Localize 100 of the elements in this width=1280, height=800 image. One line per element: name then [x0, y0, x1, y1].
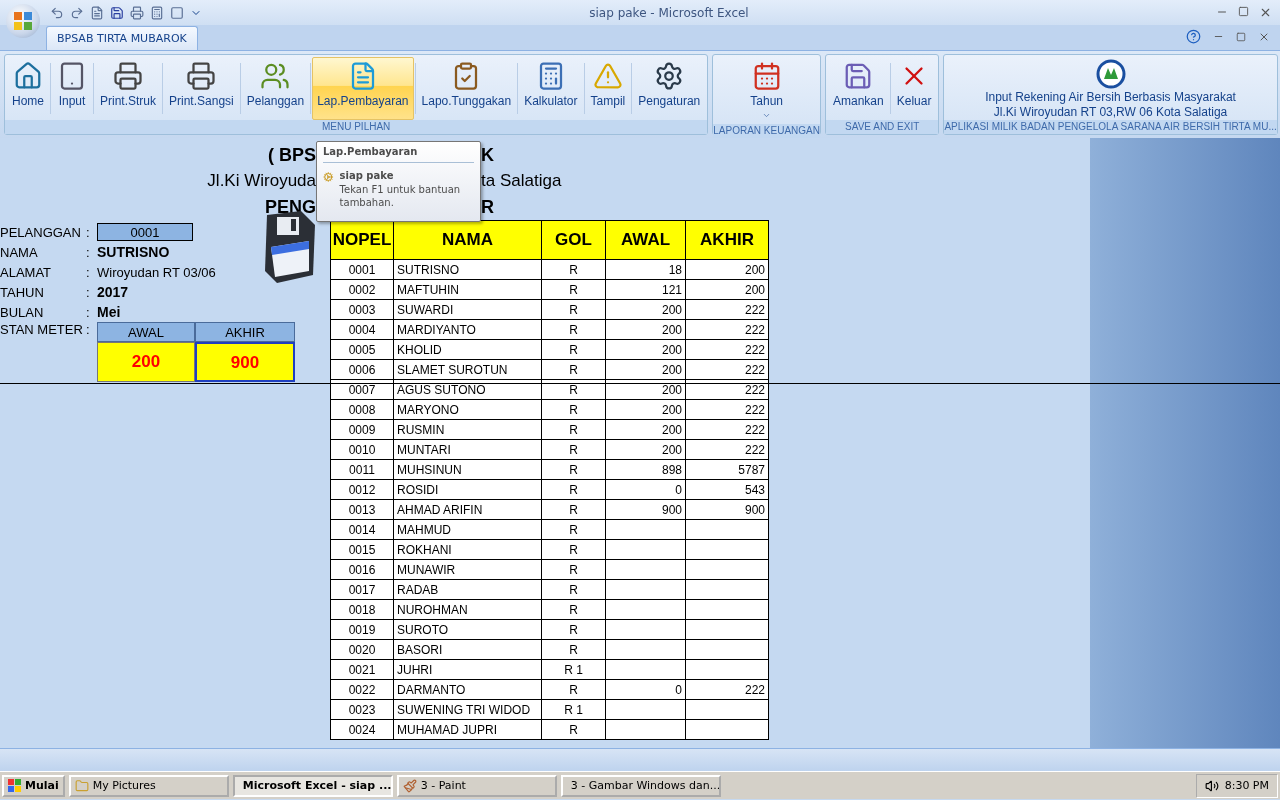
- table-cell: 0018: [331, 600, 394, 620]
- customer-id-cell[interactable]: 0001: [97, 223, 193, 241]
- table-cell: AHMAD ARIFIN: [394, 500, 542, 520]
- ribbon-tab[interactable]: BPSAB TIRTA MUBAROK: [46, 26, 198, 50]
- windows-logo-icon: [8, 778, 22, 793]
- table-cell: 898: [606, 460, 686, 480]
- table-cell: R: [542, 280, 606, 300]
- restore-icon[interactable]: [1236, 31, 1246, 42]
- table-cell: R: [542, 300, 606, 320]
- speaker-icon[interactable]: [1204, 778, 1219, 793]
- paintbrush-icon: [402, 778, 417, 793]
- table-cell: 0010: [331, 440, 394, 460]
- taskbar-button[interactable]: 3 - Gambar Windows dan...: [560, 774, 721, 797]
- start-button[interactable]: Mulai: [2, 774, 65, 797]
- table-cell: R: [542, 560, 606, 580]
- table-cell: MUNTARI: [394, 440, 542, 460]
- table-cell: 200: [606, 420, 686, 440]
- printer-icon: [186, 61, 217, 91]
- table-cell: MUNAWIR: [394, 560, 542, 580]
- ribbon-button[interactable]: Pelanggan: [241, 57, 310, 120]
- field-value: Wiroyudan RT 03/06: [97, 264, 217, 280]
- table-cell: 222: [686, 340, 769, 360]
- save-icon[interactable]: [110, 5, 124, 20]
- calculator-icon[interactable]: [150, 5, 164, 20]
- colon-text: :: [86, 304, 91, 320]
- table-cell: R: [542, 600, 606, 620]
- column-header: GOL: [542, 220, 606, 260]
- table-cell: 900: [606, 500, 686, 520]
- table-cell: 0009: [331, 420, 394, 440]
- table-cell: 222: [686, 300, 769, 320]
- table-cell: BASORI: [394, 640, 542, 660]
- tooltip-heading: siap pake: [339, 170, 395, 181]
- ribbon-button[interactable]: Kalkulator: [519, 57, 583, 120]
- table-cell: 0016: [331, 560, 394, 580]
- printer-icon[interactable]: [130, 5, 144, 20]
- ribbon-button[interactable]: Pengaturan: [633, 57, 706, 120]
- print-preview-icon[interactable]: [90, 5, 104, 20]
- column-header: AKHIR: [686, 220, 769, 260]
- table-cell: R: [542, 720, 606, 740]
- table-cell: R: [542, 680, 606, 700]
- table-cell: 0008: [331, 400, 394, 420]
- office-button[interactable]: [6, 4, 40, 38]
- redo-icon[interactable]: [70, 5, 84, 20]
- table-cell: MUHAMAD JUPRI: [394, 720, 542, 740]
- table-cell: MUHSINUN: [394, 460, 542, 480]
- table-cell: R: [542, 320, 606, 340]
- close-icon[interactable]: [1259, 6, 1272, 19]
- taskbar-button[interactable]: My Pictures: [68, 774, 229, 797]
- undo-icon[interactable]: [50, 5, 64, 20]
- ribbon-button[interactable]: Keluar: [891, 57, 937, 120]
- table-cell: R: [542, 620, 606, 640]
- field-label: NAMA: [0, 244, 39, 260]
- ribbon-button[interactable]: Home: [7, 57, 49, 120]
- field-label: PELANGGAN: [0, 224, 82, 240]
- ribbon-button[interactable]: Tampil: [585, 57, 631, 120]
- meter-value-cell[interactable]: 200: [97, 342, 195, 382]
- restore-icon[interactable]: [1238, 6, 1249, 17]
- field-value: SUTRISNO: [97, 244, 171, 260]
- heading-text: ( BPS: [267, 144, 316, 166]
- window-title: siap pake - Microsoft Excel: [588, 5, 750, 20]
- ribbon-button[interactable]: Print.Struk: [95, 57, 162, 120]
- table-cell: 0023: [331, 700, 394, 720]
- ribbon-button[interactable]: Amankan: [828, 57, 889, 120]
- colon-text: :: [86, 244, 91, 260]
- help-icon[interactable]: [1186, 29, 1201, 44]
- gear-icon: [323, 170, 334, 184]
- table-cell: 0003: [331, 300, 394, 320]
- taskbar-button[interactable]: 3 - Paint: [396, 774, 557, 797]
- ribbon-button[interactable]: Tahun: [719, 57, 814, 124]
- table-cell: 0013: [331, 500, 394, 520]
- table-cell: MAHMUD: [394, 520, 542, 540]
- table-cell: SUWARDI: [394, 300, 542, 320]
- table-cell: NUROHMAN: [394, 600, 542, 620]
- table-cell: 0019: [331, 620, 394, 640]
- folder-icon: [74, 778, 89, 793]
- table-cell: MAFTUHIN: [394, 280, 542, 300]
- meter-value-cell[interactable]: 900: [195, 342, 295, 382]
- heading-text: R: [481, 196, 495, 218]
- table-cell: 222: [686, 420, 769, 440]
- colon-text: :: [86, 284, 91, 300]
- table-cell: R: [542, 340, 606, 360]
- ribbon-button[interactable]: Print.Sangsi: [164, 57, 239, 120]
- meter-header: AWAL: [97, 322, 195, 342]
- field-label: TAHUN: [0, 284, 45, 300]
- table-cell: 0005: [331, 340, 394, 360]
- column-header: AWAL: [606, 220, 686, 260]
- ribbon-button[interactable]: Lapo.Tunggakan: [416, 57, 517, 120]
- table-cell: 200: [606, 400, 686, 420]
- table-cell: 0017: [331, 580, 394, 600]
- group-label: LAPORAN KEUANGAN: [713, 124, 820, 138]
- logo-icon: [1095, 58, 1126, 89]
- table-cell: R: [542, 400, 606, 420]
- ribbon-button[interactable]: Input: [52, 57, 92, 120]
- meter-header: AKHIR: [195, 322, 295, 342]
- table-cell: 0011: [331, 460, 394, 480]
- taskbar-button[interactable]: Microsoft Excel - siap ...: [232, 774, 393, 797]
- table-cell: DARMANTO: [394, 680, 542, 700]
- table-cell: 0: [606, 480, 686, 500]
- ribbon-button[interactable]: Lap.Pembayaran: [312, 57, 414, 120]
- group-label: APLIKASI MILIK BADAN PENGELOLA SARANA AIR BERSIH TIRTA MU...: [944, 120, 1277, 134]
